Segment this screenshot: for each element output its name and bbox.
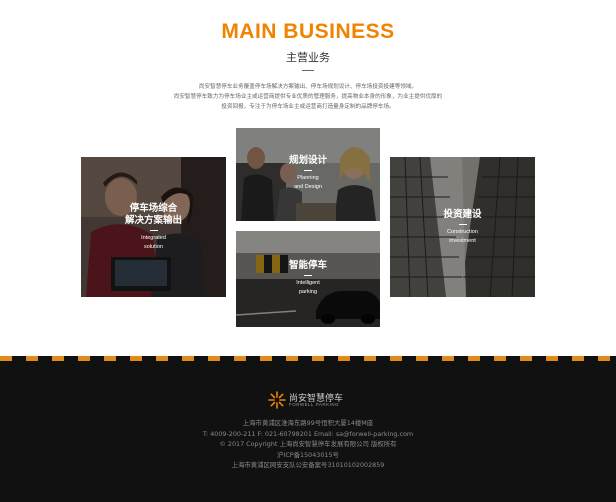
card-caption: 投资建设 Construction investment <box>390 209 535 246</box>
caption-dash <box>149 230 158 231</box>
footer-logo[interactable]: 尚安智慧停车 FORWELL PARKING <box>267 390 349 410</box>
section-title: MAIN BUSINESS <box>221 20 395 43</box>
intro-text: 尚安智慧停车业务覆盖停车场解决方案输出、停车场规划设计、停车场投资投建等领域。 … <box>150 82 466 112</box>
card-caption: 停车场综合 解决方案输出 Integrated solution <box>81 203 226 252</box>
card-subtitle: parking <box>298 289 318 295</box>
sunburst-logo-icon <box>268 391 286 409</box>
card-subtitle: Intelligent <box>296 280 320 286</box>
card-subtitle: Planning <box>297 175 319 181</box>
card-caption: 规划设计 Planning and Design <box>236 155 380 192</box>
card-subtitle: and Design <box>294 184 322 190</box>
intro-line: 投资回报，专注于为停车场业主或运营商打造量身定制的品牌停车场。 <box>221 104 395 110</box>
footer-address: 上海市黄浦区淮海东路99号恒积大厦14楼M座 <box>242 419 374 427</box>
card-title: 规划设计 <box>288 155 327 166</box>
card-subtitle: solution <box>144 244 163 250</box>
footer-stripe <box>0 356 616 361</box>
card-title: 停车场综合 <box>129 203 178 214</box>
card-integrated-solution[interactable]: 停车场综合 解决方案输出 Integrated solution <box>81 157 226 297</box>
caption-dash <box>304 170 312 171</box>
caption-dash <box>458 224 467 225</box>
site-footer: 尚安智慧停车 FORWELL PARKING 上海市黄浦区淮海东路99号恒积大厦… <box>0 356 616 502</box>
card-title: 智能停车 <box>288 260 327 271</box>
footer-copyright: © 2017 Copyright 上海尚安智慧停车发展有限公司 版权所有 <box>219 440 397 448</box>
card-title: 投资建设 <box>443 209 482 220</box>
logo-tagline: FORWELL PARKING <box>289 402 340 407</box>
footer-info: 上海市黄浦区淮海东路99号恒积大厦14楼M座 T: 4009-200-211 F… <box>0 418 616 471</box>
card-subtitle: investment <box>449 238 476 244</box>
footer-police-record[interactable]: 上海市黄浦区网安支队公安备案号31010102002859 <box>0 460 616 471</box>
page: MAIN BUSINESS 主营业务 尚安智慧停车业务覆盖停车场解决方案输出、停… <box>0 0 616 502</box>
card-construction-investment[interactable]: 投资建设 Construction investment <box>390 157 535 297</box>
title-divider <box>302 70 314 71</box>
card-subtitle: Integrated <box>141 235 166 241</box>
card-intelligent-parking[interactable]: 智能停车 Intelligent parking <box>236 231 380 327</box>
card-title: 解决方案输出 <box>124 215 182 226</box>
intro-line: 尚安智慧停车致力为停车场业主或运营商提供专业优质的管理服务，提高物业本身的形象，… <box>173 94 443 100</box>
intro-line: 尚安智慧停车业务覆盖停车场解决方案输出、停车场规划设计、停车场投资投建等领域。 <box>198 84 418 90</box>
card-subtitle: Construction <box>447 229 478 235</box>
card-caption: 智能停车 Intelligent parking <box>236 260 380 297</box>
footer-contact: T: 4009-200-211 F: 021-60798201 Email: s… <box>202 429 414 438</box>
section-subtitle: 主营业务 <box>286 51 330 64</box>
caption-dash <box>304 275 312 276</box>
footer-icp[interactable]: 沪ICP备15043015号 <box>0 450 616 461</box>
card-planning-design[interactable]: 规划设计 Planning and Design <box>236 128 380 221</box>
